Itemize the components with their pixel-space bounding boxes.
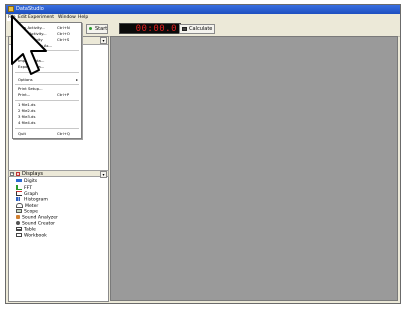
menu-item-recent-1[interactable]: 1 file1.ds [13,102,81,107]
histogram-icon [16,197,22,201]
displays-icon [16,172,20,176]
menu-window[interactable]: Window [57,15,77,21]
chevron-down-icon[interactable]: ▾ [100,171,107,178]
menu-item-print[interactable]: Print... Ctrl+P [13,92,81,97]
menu-item-print-setup[interactable]: Print Setup... [13,86,81,91]
app-icon [8,6,14,12]
menu-item-label: 4 file4.ds [18,120,36,125]
fft-icon [16,185,22,190]
menu-item-shortcut: Ctrl+S [57,37,70,42]
menu-item-quit[interactable]: Quit Ctrl+Q [13,131,81,136]
display-item-label: Table [24,227,36,233]
calculate-button[interactable]: Calculate [179,24,215,34]
menu-item-label: Print... [18,92,31,97]
menu-item-shortcut: Ctrl+P [57,92,70,97]
start-button[interactable]: Start [86,24,108,34]
workspace-area[interactable] [110,36,398,301]
workbook-icon [16,233,22,237]
app-window: DataStudio File Edit Experiment Window H… [5,4,401,304]
meter-icon [16,203,23,208]
menu-bar: File Edit Experiment Window Help [6,14,400,22]
menu-item-label: Quit [18,131,26,136]
start-label: Start [95,26,108,32]
sound-analyzer-icon [16,215,20,219]
scope-icon [16,209,22,213]
window-title: DataStudio [16,6,44,12]
display-item-label: Workbook [24,233,47,239]
calculator-icon [182,27,187,31]
menu-item-shortcut: Ctrl+Q [57,131,70,136]
start-icon [89,27,92,30]
clock-display: 00:00.0 [119,23,181,34]
displays-panel: − Displays ▾ Digits FFT Graph Histogram … [8,170,109,242]
menu-item-label: 1 file1.ds [18,102,36,107]
sound-creator-icon [16,221,20,225]
menu-separator [15,84,79,85]
menu-item-recent-2[interactable]: 2 file2.ds [13,108,81,113]
display-item-label: Histogram [24,197,48,203]
title-bar[interactable]: DataStudio [6,5,400,14]
displays-header[interactable]: − Displays ▾ [8,170,109,178]
calculate-label: Calculate [189,26,213,32]
collapse-icon[interactable]: − [10,172,14,176]
table-icon [16,227,22,231]
menu-item-recent-3[interactable]: 3 file3.ds [13,114,81,119]
menu-item-shortcut: Ctrl+O [57,31,70,36]
chevron-right-icon: ▸ [76,77,78,82]
display-item-label: Scope [24,209,38,215]
clock-value: 00:00.0 [135,24,177,34]
menu-item-recent-4[interactable]: 4 file4.ds [13,120,81,125]
chevron-down-icon[interactable]: ▾ [100,37,107,44]
menu-separator [15,128,79,129]
mouse-pointer-icon [11,15,47,75]
display-item-label: Sound Creator [22,221,56,227]
menu-item-label: 3 file3.ds [18,114,36,119]
menu-item-label: Print Setup... [18,86,43,91]
display-item-label: Sound Analyzer [22,215,58,221]
displays-title: Displays [22,171,44,177]
graph-icon [16,191,22,196]
menu-separator [15,100,79,101]
digits-icon [16,179,22,182]
display-item-label: Digits [24,179,38,184]
menu-item-shortcut: Ctrl+N [57,25,70,30]
display-item-workbook[interactable]: Workbook [16,233,47,239]
menu-help[interactable]: Help [77,15,89,21]
menu-item-label: 2 file2.ds [18,108,36,113]
